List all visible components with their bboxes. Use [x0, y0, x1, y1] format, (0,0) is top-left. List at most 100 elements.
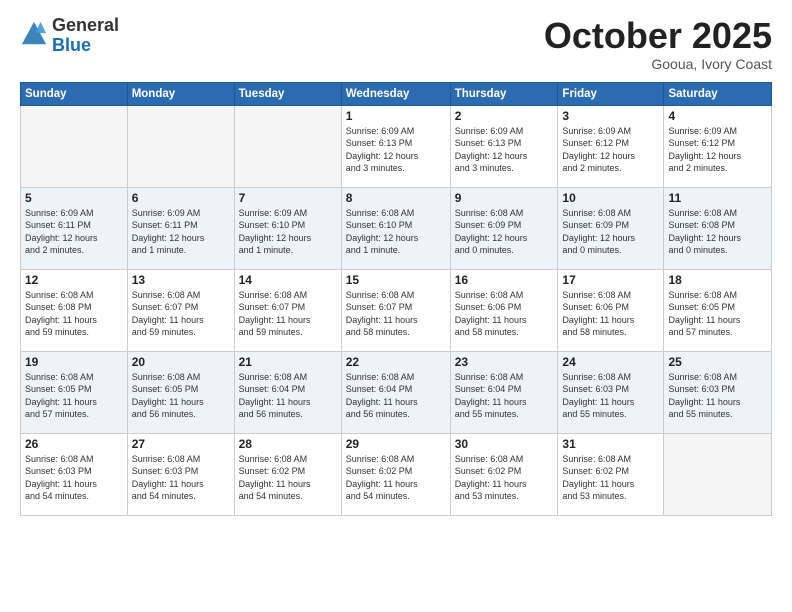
table-cell — [234, 105, 341, 187]
day-number: 12 — [25, 273, 123, 287]
day-number: 9 — [455, 191, 554, 205]
table-cell: 4 Sunrise: 6:09 AM Sunset: 6:12 PM Daylig… — [664, 105, 772, 187]
day-info: Sunrise: 6:09 AM Sunset: 6:11 PM Dayligh… — [25, 207, 123, 257]
table-cell: 9 Sunrise: 6:08 AM Sunset: 6:09 PM Daylig… — [450, 187, 558, 269]
week-row-2: 5 Sunrise: 6:09 AM Sunset: 6:11 PM Daylig… — [21, 187, 772, 269]
week-row-5: 26 Sunrise: 6:08 AM Sunset: 6:03 PM Dayli… — [21, 433, 772, 515]
day-number: 20 — [132, 355, 230, 369]
day-number: 16 — [455, 273, 554, 287]
table-cell: 10 Sunrise: 6:08 AM Sunset: 6:09 PM Dayli… — [558, 187, 664, 269]
day-number: 28 — [239, 437, 337, 451]
day-number: 2 — [455, 109, 554, 123]
day-info: Sunrise: 6:08 AM Sunset: 6:07 PM Dayligh… — [239, 289, 337, 339]
header-sunday: Sunday — [21, 82, 128, 105]
day-number: 18 — [668, 273, 767, 287]
day-number: 4 — [668, 109, 767, 123]
day-info: Sunrise: 6:08 AM Sunset: 6:05 PM Dayligh… — [25, 371, 123, 421]
day-info: Sunrise: 6:08 AM Sunset: 6:06 PM Dayligh… — [455, 289, 554, 339]
day-number: 22 — [346, 355, 446, 369]
day-info: Sunrise: 6:08 AM Sunset: 6:03 PM Dayligh… — [25, 453, 123, 503]
header-thursday: Thursday — [450, 82, 558, 105]
table-cell: 13Sunrise: 6:08 AM Sunset: 6:07 PM Dayli… — [127, 269, 234, 351]
table-cell: 22Sunrise: 6:08 AM Sunset: 6:04 PM Dayli… — [341, 351, 450, 433]
table-cell: 20Sunrise: 6:08 AM Sunset: 6:05 PM Dayli… — [127, 351, 234, 433]
day-number: 29 — [346, 437, 446, 451]
day-info: Sunrise: 6:08 AM Sunset: 6:03 PM Dayligh… — [668, 371, 767, 421]
table-cell: 21 Sunrise: 6:08 AM Sunset: 6:04 PM Dayli… — [234, 351, 341, 433]
day-info: Sunrise: 6:08 AM Sunset: 6:02 PM Dayligh… — [455, 453, 554, 503]
day-number: 26 — [25, 437, 123, 451]
day-info: Sunrise: 6:08 AM Sunset: 6:05 PM Dayligh… — [668, 289, 767, 339]
day-info: Sunrise: 6:08 AM Sunset: 6:08 PM Dayligh… — [25, 289, 123, 339]
day-info: Sunrise: 6:08 AM Sunset: 6:03 PM Dayligh… — [562, 371, 659, 421]
header-friday: Friday — [558, 82, 664, 105]
table-cell: 14 Sunrise: 6:08 AM Sunset: 6:07 PM Dayli… — [234, 269, 341, 351]
week-row-4: 19Sunrise: 6:08 AM Sunset: 6:05 PM Dayli… — [21, 351, 772, 433]
header-saturday: Saturday — [664, 82, 772, 105]
day-info: Sunrise: 6:09 AM Sunset: 6:13 PM Dayligh… — [455, 125, 554, 175]
day-info: Sunrise: 6:09 AM Sunset: 6:12 PM Dayligh… — [562, 125, 659, 175]
day-number: 3 — [562, 109, 659, 123]
day-info: Sunrise: 6:08 AM Sunset: 6:02 PM Dayligh… — [346, 453, 446, 503]
table-cell: 12 Sunrise: 6:08 AM Sunset: 6:08 PM Dayli… — [21, 269, 128, 351]
calendar-table: Sunday Monday Tuesday Wednesday Thursday… — [20, 82, 772, 516]
header-wednesday: Wednesday — [341, 82, 450, 105]
logo: General Blue — [20, 16, 119, 56]
day-info: Sunrise: 6:08 AM Sunset: 6:03 PM Dayligh… — [132, 453, 230, 503]
table-cell: 8Sunrise: 6:08 AM Sunset: 6:10 PM Daylig… — [341, 187, 450, 269]
day-info: Sunrise: 6:08 AM Sunset: 6:09 PM Dayligh… — [455, 207, 554, 257]
logo-blue-text: Blue — [52, 36, 119, 56]
day-number: 13 — [132, 273, 230, 287]
page-header: General Blue October 2025 Gooua, Ivory C… — [20, 16, 772, 72]
table-cell: 7Sunrise: 6:09 AM Sunset: 6:10 PM Daylig… — [234, 187, 341, 269]
header-monday: Monday — [127, 82, 234, 105]
table-cell: 1 Sunrise: 6:09 AM Sunset: 6:13 PM Daylig… — [341, 105, 450, 187]
day-number: 15 — [346, 273, 446, 287]
day-number: 11 — [668, 191, 767, 205]
week-row-3: 12 Sunrise: 6:08 AM Sunset: 6:08 PM Dayli… — [21, 269, 772, 351]
day-number: 6 — [132, 191, 230, 205]
table-cell — [21, 105, 128, 187]
day-info: Sunrise: 6:08 AM Sunset: 6:02 PM Dayligh… — [239, 453, 337, 503]
day-info: Sunrise: 6:09 AM Sunset: 6:13 PM Dayligh… — [346, 125, 446, 175]
day-number: 14 — [239, 273, 337, 287]
day-number: 27 — [132, 437, 230, 451]
day-info: Sunrise: 6:08 AM Sunset: 6:04 PM Dayligh… — [455, 371, 554, 421]
table-cell: 15Sunrise: 6:08 AM Sunset: 6:07 PM Dayli… — [341, 269, 450, 351]
table-cell — [127, 105, 234, 187]
day-number: 25 — [668, 355, 767, 369]
week-row-1: 1 Sunrise: 6:09 AM Sunset: 6:13 PM Daylig… — [21, 105, 772, 187]
day-number: 24 — [562, 355, 659, 369]
table-cell: 19Sunrise: 6:08 AM Sunset: 6:05 PM Dayli… — [21, 351, 128, 433]
day-number: 21 — [239, 355, 337, 369]
table-cell — [664, 433, 772, 515]
day-info: Sunrise: 6:08 AM Sunset: 6:06 PM Dayligh… — [562, 289, 659, 339]
day-number: 7 — [239, 191, 337, 205]
day-info: Sunrise: 6:08 AM Sunset: 6:02 PM Dayligh… — [562, 453, 659, 503]
day-number: 1 — [346, 109, 446, 123]
day-number: 17 — [562, 273, 659, 287]
table-cell: 23 Sunrise: 6:08 AM Sunset: 6:04 PM Dayli… — [450, 351, 558, 433]
day-info: Sunrise: 6:09 AM Sunset: 6:11 PM Dayligh… — [132, 207, 230, 257]
header-tuesday: Tuesday — [234, 82, 341, 105]
logo-icon — [20, 20, 48, 48]
weekday-header-row: Sunday Monday Tuesday Wednesday Thursday… — [21, 82, 772, 105]
day-info: Sunrise: 6:08 AM Sunset: 6:09 PM Dayligh… — [562, 207, 659, 257]
table-cell: 31Sunrise: 6:08 AM Sunset: 6:02 PM Dayli… — [558, 433, 664, 515]
table-cell: 28 Sunrise: 6:08 AM Sunset: 6:02 PM Dayli… — [234, 433, 341, 515]
day-number: 23 — [455, 355, 554, 369]
day-info: Sunrise: 6:08 AM Sunset: 6:08 PM Dayligh… — [668, 207, 767, 257]
day-info: Sunrise: 6:08 AM Sunset: 6:04 PM Dayligh… — [239, 371, 337, 421]
location: Gooua, Ivory Coast — [544, 56, 772, 72]
table-cell: 16 Sunrise: 6:08 AM Sunset: 6:06 PM Dayli… — [450, 269, 558, 351]
day-number: 5 — [25, 191, 123, 205]
table-cell: 26 Sunrise: 6:08 AM Sunset: 6:03 PM Dayli… — [21, 433, 128, 515]
day-number: 30 — [455, 437, 554, 451]
table-cell: 6 Sunrise: 6:09 AM Sunset: 6:11 PM Daylig… — [127, 187, 234, 269]
day-info: Sunrise: 6:08 AM Sunset: 6:10 PM Dayligh… — [346, 207, 446, 257]
day-number: 10 — [562, 191, 659, 205]
day-info: Sunrise: 6:09 AM Sunset: 6:12 PM Dayligh… — [668, 125, 767, 175]
table-cell: 2 Sunrise: 6:09 AM Sunset: 6:13 PM Daylig… — [450, 105, 558, 187]
table-cell: 24 Sunrise: 6:08 AM Sunset: 6:03 PM Dayli… — [558, 351, 664, 433]
table-cell: 25 Sunrise: 6:08 AM Sunset: 6:03 PM Dayli… — [664, 351, 772, 433]
